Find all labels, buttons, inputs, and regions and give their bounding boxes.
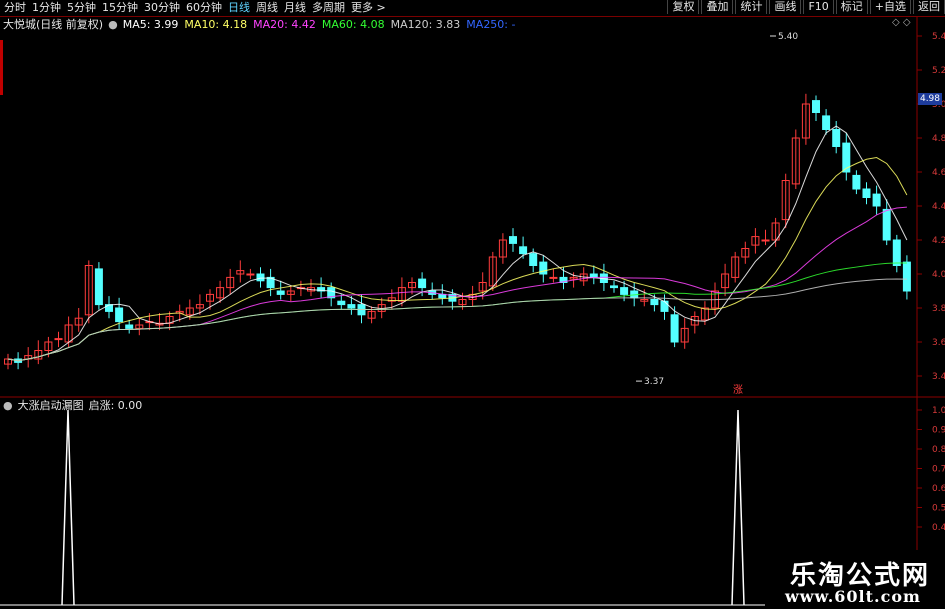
candle-body xyxy=(670,314,679,343)
sub-tick-label: 0.6 xyxy=(932,484,945,494)
candle-body xyxy=(650,299,659,306)
price-tick-label: 3.4 xyxy=(932,372,945,382)
candle-body xyxy=(509,236,517,244)
sub-tick-label: 0.9 xyxy=(932,426,945,436)
price-tick-label: 3.8 xyxy=(932,304,945,314)
candle-body xyxy=(812,100,820,113)
candle-body xyxy=(862,188,871,198)
candle-body xyxy=(842,142,851,173)
signal-spike xyxy=(61,409,75,606)
candle-body xyxy=(256,273,265,282)
candle-body xyxy=(882,208,891,241)
indicator-circle-icon[interactable]: ● xyxy=(3,399,13,412)
candle-body xyxy=(610,285,618,289)
indicator-name: 大涨启动漏图 xyxy=(17,399,84,412)
price-tick-label: 4.0 xyxy=(932,270,945,280)
annotations-group: 5.40 3.37 涨 xyxy=(636,32,798,396)
sub-tick-label: 0.5 xyxy=(932,504,945,514)
candle-body xyxy=(549,276,558,279)
candles-group xyxy=(4,93,911,370)
low-price-label: 3.37 xyxy=(644,377,664,387)
candle-body xyxy=(761,239,770,242)
price-tick-label: 4.4 xyxy=(932,202,945,212)
candle-body xyxy=(660,300,669,312)
axis-ticks-group: 5.45.25.04.84.64.44.24.03.83.63.41.00.90… xyxy=(917,32,945,533)
watermark-url: www.60lt.com xyxy=(785,587,921,606)
price-tick-label: 4.8 xyxy=(932,134,945,144)
candle-body xyxy=(276,290,285,295)
candle-body xyxy=(347,304,356,309)
price-tick-label: 5.4 xyxy=(932,32,945,42)
candle-body xyxy=(620,287,629,295)
left-edge-marker xyxy=(0,40,3,95)
candle-body xyxy=(125,324,134,329)
candle-body xyxy=(822,115,831,131)
candle-body xyxy=(529,253,538,267)
candlestick-chart: 5.45.25.04.84.64.44.24.03.83.63.41.00.90… xyxy=(0,17,945,609)
candle-body xyxy=(94,268,103,306)
signal-spike xyxy=(731,409,745,606)
candle-body xyxy=(892,239,901,266)
current-price-tag: 4.98 xyxy=(918,93,942,105)
candle-body xyxy=(337,300,346,306)
candle-body xyxy=(832,129,841,147)
ma-line xyxy=(7,157,908,362)
high-price-label: 5.40 xyxy=(778,32,798,42)
price-tick-label: 4.2 xyxy=(932,236,945,246)
candle-body xyxy=(115,307,124,323)
price-tick-label: 3.6 xyxy=(932,338,945,348)
candle-body xyxy=(872,193,881,207)
candle-body xyxy=(902,261,911,292)
price-tick-label: 4.6 xyxy=(932,168,945,178)
sub-tick-label: 0.8 xyxy=(932,445,945,455)
sub-tick-label: 0.7 xyxy=(932,465,945,475)
price-tick-label: 5.2 xyxy=(932,66,945,76)
candle-body xyxy=(54,338,63,341)
ma-line xyxy=(7,262,907,362)
sub-tick-label: 0.4 xyxy=(932,523,945,533)
candle-body xyxy=(418,278,427,289)
indicator-value: 启涨: 0.00 xyxy=(88,399,143,412)
candle-body xyxy=(519,246,528,255)
indicator-info-bar: ● 大涨启动漏图 启涨: 0.00 xyxy=(3,399,142,412)
rise-mark-label: 涨 xyxy=(733,384,743,396)
candle-body xyxy=(589,273,598,278)
candle-body xyxy=(539,261,548,275)
candle-body xyxy=(246,273,255,276)
candle-body xyxy=(852,174,861,190)
sub-tick-label: 1.0 xyxy=(932,406,945,416)
candle-body xyxy=(105,304,113,312)
